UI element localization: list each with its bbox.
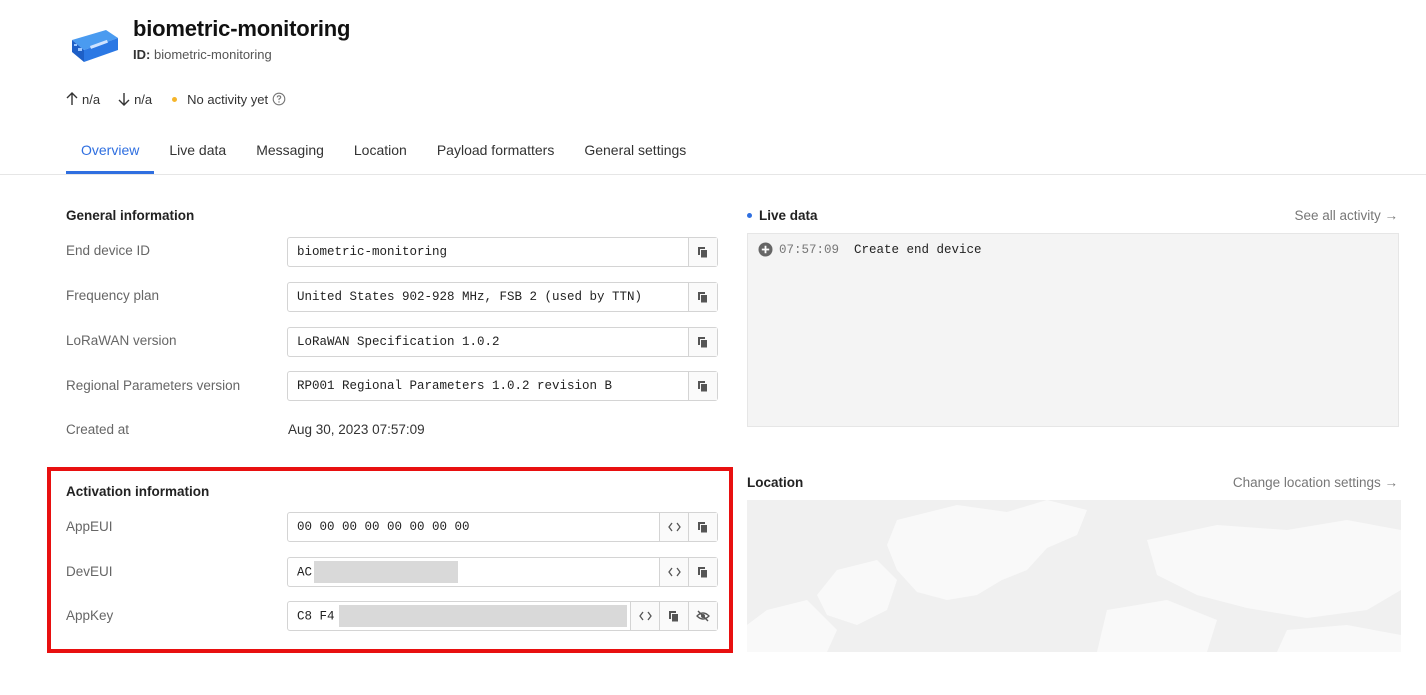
frequency-plan-label: Frequency plan <box>66 288 160 303</box>
uplink-value: n/a <box>82 91 101 107</box>
location-heading: Location <box>747 475 804 490</box>
end-device-id-field: biometric-monitoring <box>287 237 718 267</box>
live-indicator-dot <box>747 213 752 218</box>
tab-messaging[interactable]: Messaging <box>241 130 339 174</box>
traffic-stats: n/a n/a No activity yet <box>66 90 286 108</box>
copy-button[interactable] <box>688 372 717 400</box>
copy-icon <box>698 380 708 392</box>
lorawan-version-label: LoRaWAN version <box>66 333 177 348</box>
copy-icon <box>698 336 708 348</box>
downlink-value: n/a <box>134 91 153 107</box>
device-id-subtitle: ID: biometric-monitoring <box>133 47 272 62</box>
created-at-label: Created at <box>66 422 130 437</box>
activity-status-dot <box>172 96 178 102</box>
arrow-down-icon <box>118 93 130 106</box>
plus-circle-icon <box>758 242 773 257</box>
tab-live-data[interactable]: Live data <box>154 130 241 174</box>
arrow-up-icon <box>66 92 78 105</box>
lorawan-version-field: LoRaWAN Specification 1.0.2 <box>287 327 718 357</box>
live-data-heading: Live data <box>747 208 818 223</box>
regional-parameters-label: Regional Parameters version <box>66 378 241 393</box>
tabs-divider <box>0 174 1426 175</box>
event-time: 07:57:09 <box>779 242 840 257</box>
end-device-id-value[interactable]: biometric-monitoring <box>288 245 688 259</box>
end-device-id-label: End device ID <box>66 243 151 258</box>
regional-parameters-field: RP001 Regional Parameters 1.0.2 revision… <box>287 371 718 401</box>
tab-location[interactable]: Location <box>339 130 422 174</box>
map-graphic <box>747 500 1401 652</box>
frequency-plan-value[interactable]: United States 902-928 MHz, FSB 2 (used b… <box>288 290 688 304</box>
copy-button[interactable] <box>688 238 717 266</box>
highlight-box <box>47 467 733 653</box>
event-row[interactable]: 07:57:09 Create end device <box>758 242 982 257</box>
tab-bar: Overview Live data Messaging Location Pa… <box>66 130 701 174</box>
device-id-label: ID: <box>133 47 151 62</box>
page-title: biometric-monitoring <box>133 16 351 41</box>
device-icon <box>68 24 120 64</box>
device-id-value: biometric-monitoring <box>153 47 272 62</box>
tab-general-settings[interactable]: General settings <box>569 130 701 174</box>
see-all-activity-link[interactable]: See all activity → <box>1294 208 1398 223</box>
downlink-stat: n/a <box>118 92 152 107</box>
general-information-heading: General information <box>66 208 195 223</box>
live-data-panel: 07:57:09 Create end device <box>747 233 1399 427</box>
copy-icon <box>698 291 708 303</box>
uplink-stat: n/a <box>66 92 100 107</box>
change-location-settings-link[interactable]: Change location settings → <box>1233 475 1398 490</box>
live-data-title: Live data <box>759 208 818 223</box>
location-map[interactable] <box>747 500 1401 652</box>
tab-overview[interactable]: Overview <box>66 130 155 174</box>
event-text: Create end device <box>854 242 982 257</box>
copy-icon <box>698 246 708 258</box>
help-icon[interactable] <box>272 92 286 106</box>
copy-button[interactable] <box>688 283 717 311</box>
regional-parameters-value[interactable]: RP001 Regional Parameters 1.0.2 revision… <box>288 379 688 393</box>
activity-status-text: No activity yet <box>187 91 269 107</box>
frequency-plan-field: United States 902-928 MHz, FSB 2 (used b… <box>287 282 718 312</box>
tab-payload-formatters[interactable]: Payload formatters <box>422 130 570 174</box>
copy-button[interactable] <box>688 328 717 356</box>
created-at-value: Aug 30, 2023 07:57:09 <box>288 422 425 437</box>
lorawan-version-value[interactable]: LoRaWAN Specification 1.0.2 <box>288 335 688 349</box>
